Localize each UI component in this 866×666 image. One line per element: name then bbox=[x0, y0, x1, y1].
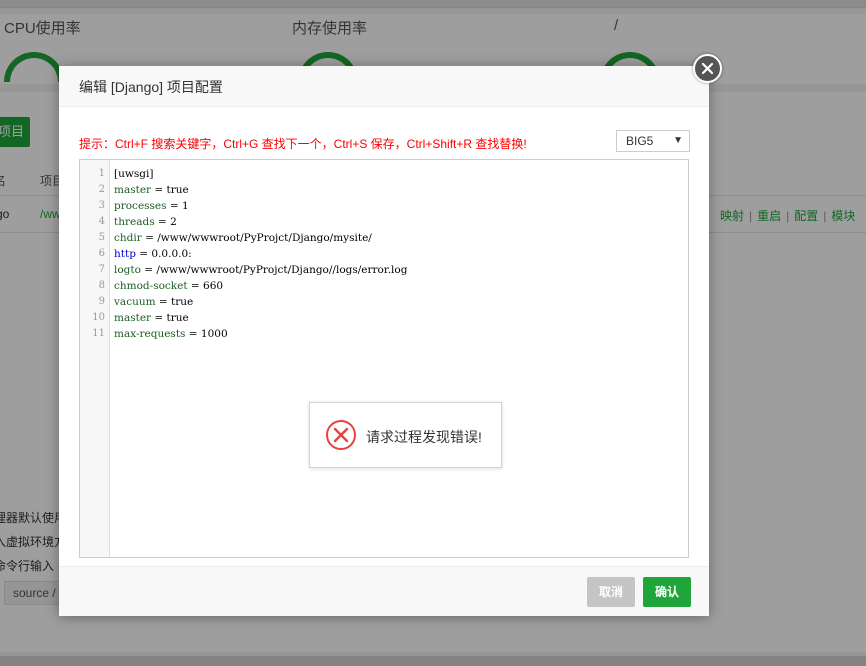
line-number: 5 bbox=[98, 232, 105, 243]
encoding-select[interactable]: BIG5 ▼ bbox=[616, 130, 690, 152]
code-line: master = true bbox=[114, 312, 189, 324]
code-line: chdir = /www/wwwroot/PyProjct/Django/mys… bbox=[114, 232, 372, 244]
dialog-title: 编辑 [Django] 项目配置 bbox=[59, 66, 709, 107]
line-number: 9 bbox=[98, 296, 105, 307]
line-number: 11 bbox=[92, 328, 105, 339]
code-line: max-requests = 1000 bbox=[114, 328, 228, 340]
error-message: 请求过程发现错误! bbox=[366, 429, 482, 445]
line-number: 6 bbox=[98, 248, 105, 259]
line-number: 7 bbox=[98, 264, 105, 275]
caret-down-icon: ▼ bbox=[673, 135, 683, 146]
confirm-button[interactable]: 确认 bbox=[643, 577, 691, 607]
line-number: 4 bbox=[98, 216, 105, 227]
encoding-value: BIG5 bbox=[626, 134, 654, 148]
line-number: 2 bbox=[98, 184, 105, 195]
code-editor[interactable]: 1 2 3 4 5 6 7 8 9 10 11 [uwsgi] master = true proces… bbox=[79, 159, 689, 558]
code-line: logto = /www/wwwroot/PyProjct/Django//lo… bbox=[114, 264, 408, 276]
code-line: vacuum = true bbox=[114, 296, 194, 308]
cancel-button[interactable]: 取消 bbox=[587, 577, 635, 607]
line-number: 3 bbox=[98, 200, 105, 211]
code-line: threads = 2 bbox=[114, 216, 177, 228]
shortcut-hint: 提示：Ctrl+F 搜索关键字，Ctrl+G 查找下一个，Ctrl+S 保存，C… bbox=[79, 137, 527, 151]
line-number-gutter: 1 2 3 4 5 6 7 8 9 10 11 bbox=[80, 160, 110, 557]
close-icon bbox=[701, 62, 714, 75]
error-circle-icon bbox=[326, 420, 356, 450]
edit-config-dialog: 编辑 [Django] 项目配置 提示：Ctrl+F 搜索关键字，Ctrl+G … bbox=[59, 66, 709, 616]
line-number: 8 bbox=[98, 280, 105, 291]
dialog-footer: 取消 确认 bbox=[59, 566, 709, 616]
line-number: 1 bbox=[98, 168, 105, 179]
code-content[interactable]: [uwsgi] master = true processes = 1 threads… bbox=[114, 166, 688, 342]
error-toast: 请求过程发现错误! bbox=[309, 402, 502, 468]
code-line: chmod-socket = 660 bbox=[114, 280, 224, 292]
code-line: processes = 1 bbox=[114, 200, 189, 212]
code-line: http = 0.0.0.0: bbox=[114, 248, 192, 260]
line-number: 10 bbox=[92, 312, 105, 323]
code-line: master = true bbox=[114, 184, 189, 196]
code-line: [uwsgi] bbox=[114, 168, 154, 180]
close-button[interactable] bbox=[693, 54, 722, 83]
